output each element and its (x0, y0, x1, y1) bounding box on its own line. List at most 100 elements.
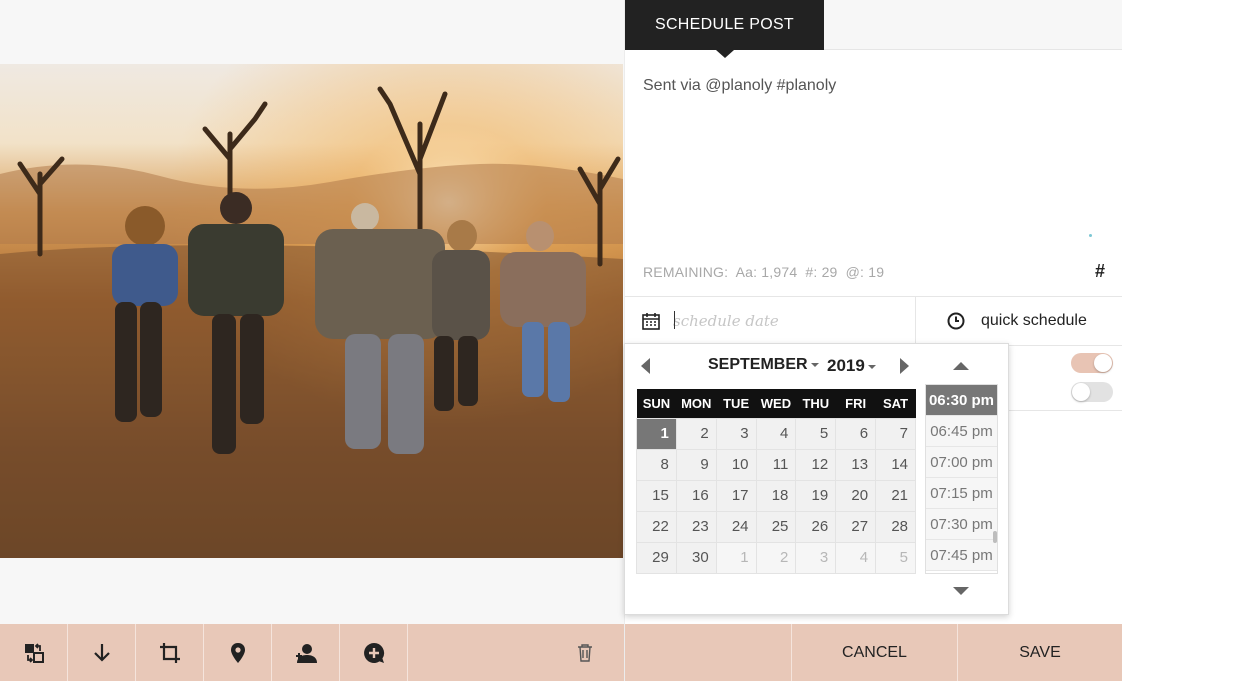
weekday-header: SUN MON TUE WED THU FRI SAT (636, 389, 916, 418)
time-scrollbar[interactable] (993, 531, 997, 543)
weekday-label: SUN (636, 389, 677, 418)
month-select[interactable]: SEPTEMBER (708, 356, 819, 374)
prev-month-button[interactable] (641, 358, 650, 374)
calendar-day-next-month[interactable]: 3 (795, 541, 837, 574)
time-option[interactable]: 07:00 pm (926, 447, 997, 478)
calendar-day[interactable]: 15 (636, 479, 677, 512)
calendar-day[interactable]: 23 (675, 510, 717, 543)
location-pin-icon (230, 642, 245, 663)
tab-schedule-post[interactable]: SCHEDULE POST (625, 0, 824, 58)
calendar-day[interactable]: 22 (636, 510, 677, 543)
toggle-knob (1094, 354, 1112, 372)
calendar-day-next-month[interactable]: 2 (755, 541, 797, 574)
calendar-day[interactable]: 29 (636, 541, 677, 574)
caption-text[interactable]: Sent via @planoly #planoly (643, 77, 836, 95)
calendar-day[interactable]: 14 (875, 448, 916, 481)
calendar-day[interactable]: 7 (875, 417, 916, 450)
calendar-day[interactable]: 12 (795, 448, 837, 481)
time-option[interactable]: 06:45 pm (926, 416, 997, 447)
time-scroll-down-button[interactable] (953, 587, 969, 595)
time-scroll-up-button[interactable] (953, 362, 969, 370)
month-label: SEPTEMBER (708, 356, 808, 373)
chevron-down-icon (810, 362, 819, 367)
option-toggle-1[interactable] (1071, 353, 1113, 373)
time-option-selected[interactable]: 06:30 pm (926, 385, 997, 416)
option-toggle-2[interactable] (1071, 382, 1113, 402)
remaining-mentions: @: 19 (845, 264, 885, 280)
app-window: SCHEDULE POST Sent via @planoly #planoly… (0, 0, 1238, 681)
calendar-day[interactable]: 9 (675, 448, 717, 481)
divider (1009, 410, 1122, 411)
calendar-day[interactable]: 28 (875, 510, 916, 543)
save-button[interactable]: SAVE (957, 624, 1122, 681)
calendar-day[interactable]: 19 (795, 479, 837, 512)
calendar-week: 15 16 17 18 19 20 21 (636, 479, 916, 512)
calendar-day[interactable]: 30 (675, 541, 717, 574)
schedule-date-input[interactable] (673, 309, 903, 333)
delete-media-button[interactable] (570, 624, 600, 681)
quick-schedule-label: quick schedule (981, 312, 1087, 329)
tag-user-button[interactable] (272, 624, 340, 681)
calendar-day[interactable]: 13 (835, 448, 877, 481)
year-select[interactable]: 2019 (827, 356, 876, 376)
swap-media-button[interactable] (0, 624, 68, 681)
chevron-down-icon (867, 364, 876, 369)
location-button[interactable] (204, 624, 272, 681)
calendar-day-next-month[interactable]: 5 (875, 541, 916, 574)
crop-icon (159, 642, 180, 663)
calendar-icon (642, 313, 660, 330)
action-bar: CANCEL SAVE (625, 624, 1122, 681)
calendar-week: 29 30 1 2 3 4 5 (636, 541, 916, 574)
calendar-day[interactable]: 16 (675, 479, 717, 512)
calendar-day[interactable]: 5 (795, 417, 837, 450)
calendar-day[interactable]: 20 (835, 479, 877, 512)
calendar-day[interactable]: 18 (755, 479, 797, 512)
add-comment-button[interactable] (340, 624, 408, 681)
swap-icon (24, 642, 44, 663)
add-comment-icon (363, 642, 384, 663)
remaining-chars: Aa: 1,974 (735, 264, 798, 280)
calendar-day[interactable]: 26 (795, 510, 837, 543)
calendar-day[interactable]: 6 (835, 417, 877, 450)
datetime-picker: SEPTEMBER 2019 SUN MON TUE WED THU FRI S… (624, 343, 1009, 615)
cancel-button[interactable]: CANCEL (791, 624, 957, 681)
calendar-day[interactable]: 11 (755, 448, 797, 481)
calendar-week: 8 9 10 11 12 13 14 (636, 448, 916, 481)
calendar-day[interactable]: 25 (755, 510, 797, 543)
calendar-day[interactable]: 2 (675, 417, 717, 450)
next-month-button[interactable] (900, 358, 909, 374)
media-toolbar (0, 624, 624, 681)
remaining-counter: REMAINING: Aa: 1,974 #: 29 @: 19 (643, 264, 888, 280)
calendar-day[interactable]: 3 (715, 417, 757, 450)
calendar-day[interactable]: 4 (755, 417, 797, 450)
crop-button[interactable] (136, 624, 204, 681)
calendar-day[interactable]: 27 (835, 510, 877, 543)
calendar-day[interactable]: 8 (636, 448, 677, 481)
download-button[interactable] (68, 624, 136, 681)
tag-user-icon (295, 643, 317, 663)
calendar-day[interactable]: 21 (875, 479, 916, 512)
weekday-label: WED (756, 389, 796, 418)
calendar-week: 22 23 24 25 26 27 28 (636, 510, 916, 543)
time-option[interactable]: 07:15 pm (926, 478, 997, 509)
calendar-day-next-month[interactable]: 4 (835, 541, 877, 574)
time-list[interactable]: 06:30 pm 06:45 pm 07:00 pm 07:15 pm 07:3… (925, 384, 998, 574)
weekday-label: MON (676, 389, 717, 418)
time-option[interactable]: 07:45 pm (926, 540, 997, 571)
calendar-day[interactable]: 10 (715, 448, 757, 481)
post-image (0, 64, 623, 558)
date-field-cell (625, 297, 916, 345)
weekday-label: SAT (875, 389, 916, 418)
weekday-label: THU (795, 389, 836, 418)
text-cursor (674, 311, 675, 329)
hashtag-button[interactable]: # (1095, 261, 1105, 282)
calendar-day-next-month[interactable]: 1 (715, 541, 757, 574)
quick-schedule-button[interactable]: quick schedule (917, 297, 1122, 345)
trash-icon (578, 643, 592, 662)
caption-resize-handle[interactable] (1089, 234, 1092, 237)
calendar-day[interactable]: 24 (715, 510, 757, 543)
year-label: 2019 (827, 356, 865, 375)
calendar-day-selected[interactable]: 1 (636, 417, 677, 450)
time-option[interactable]: 07:30 pm (926, 509, 997, 540)
calendar-day[interactable]: 17 (715, 479, 757, 512)
